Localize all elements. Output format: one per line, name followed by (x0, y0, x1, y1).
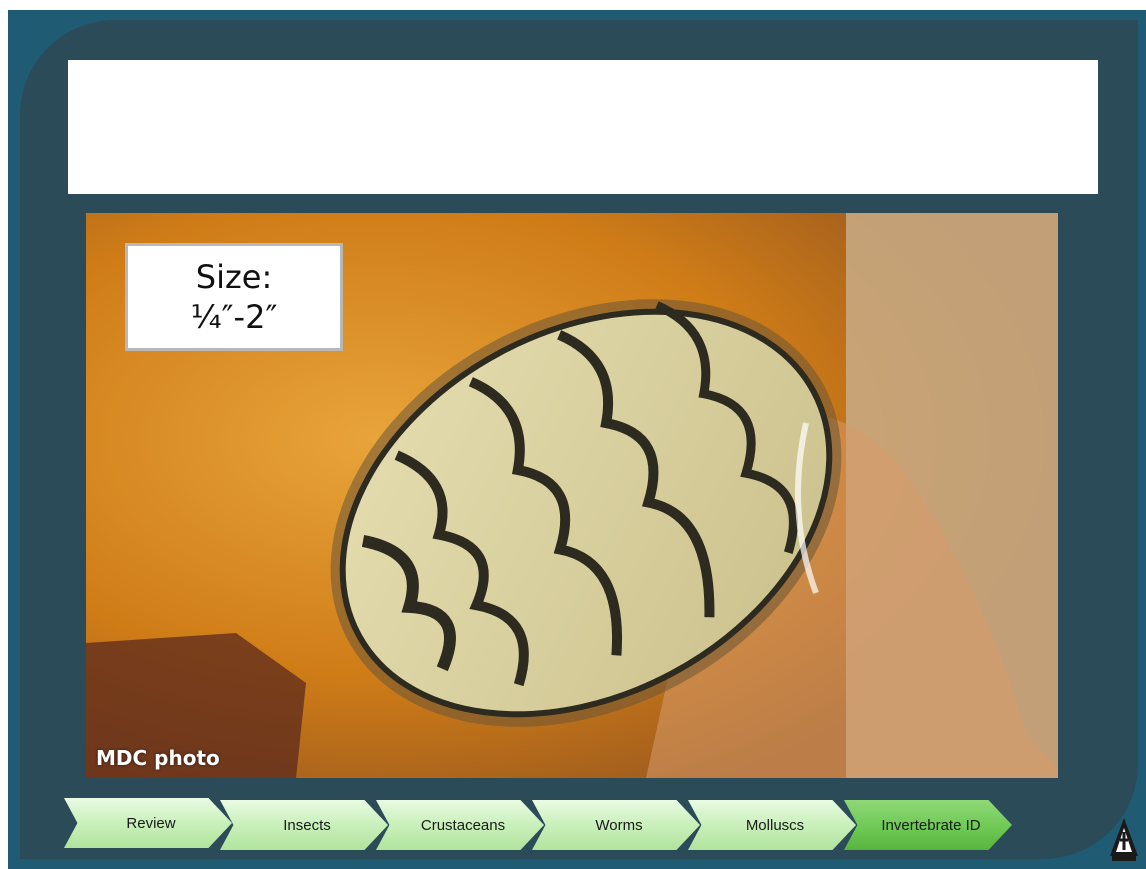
nav-crustaceans[interactable]: Crustaceans (376, 800, 544, 850)
nav-molluscs[interactable]: Molluscs (688, 800, 856, 850)
size-label-box: Size: ¼″-2″ (125, 243, 343, 351)
nav-invertebrate-id[interactable]: Invertebrate ID (844, 800, 1012, 850)
size-label-heading: Size: (195, 258, 273, 296)
nav-bar: Review Insects Crustaceans Worms Mollusc… (64, 798, 1024, 850)
nav-insects-label: Insects (283, 816, 331, 834)
conservation-logo-icon (1108, 816, 1140, 862)
nav-invertebrate-id-label: Invertebrate ID (881, 816, 981, 834)
title-box (68, 60, 1098, 194)
nav-worms-label: Worms (595, 816, 643, 834)
nav-insects[interactable]: Insects (220, 800, 388, 850)
nav-molluscs-label: Molluscs (745, 816, 805, 834)
nav-worms[interactable]: Worms (532, 800, 700, 850)
nav-crustaceans-label: Crustaceans (420, 816, 506, 834)
nav-review-label: Review (126, 814, 176, 832)
size-label-value: ¼″-2″ (190, 298, 278, 336)
nav-review[interactable]: Review (64, 798, 232, 848)
photo-credit: MDC photo (96, 746, 220, 770)
